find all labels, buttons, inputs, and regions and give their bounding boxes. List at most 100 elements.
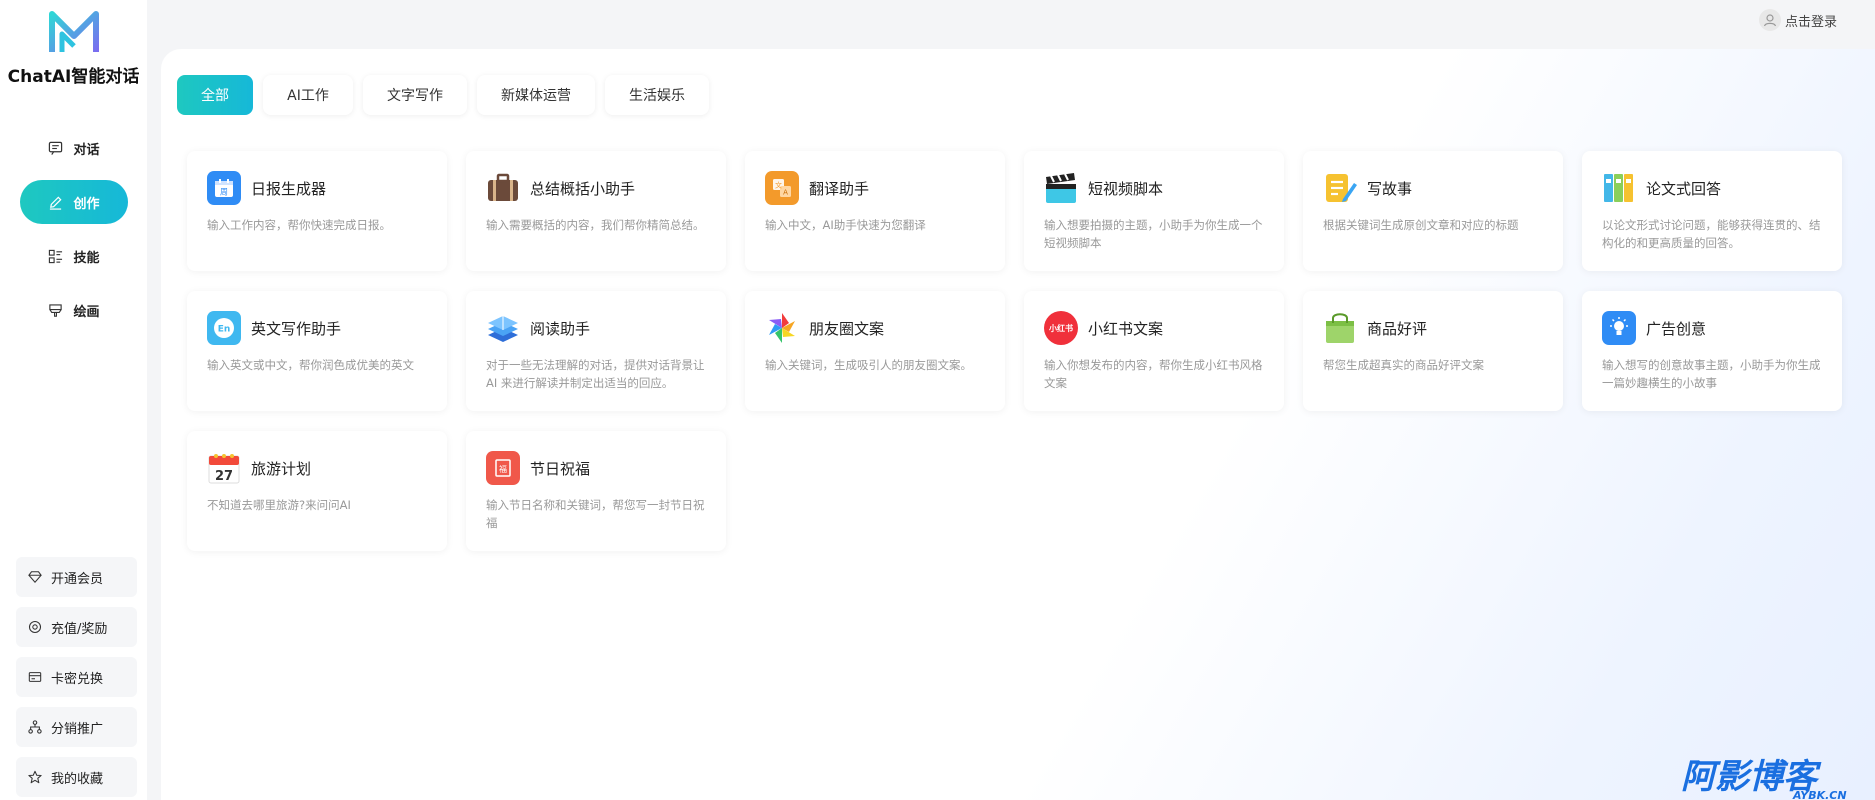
tab-new-media[interactable]: 新媒体运营	[477, 75, 595, 115]
chat-icon	[47, 140, 63, 156]
logo-block: ChatAI智能对话	[0, 10, 147, 87]
brush-icon	[47, 302, 63, 318]
menu-vip[interactable]: 开通会员	[16, 557, 137, 597]
app-card[interactable]: 写故事 根据关键词生成原创文章和对应的标题	[1303, 151, 1563, 271]
main-nav: 对话 创作 技能 绘画	[0, 126, 147, 342]
app-card[interactable]: 周 日报生成器 输入工作内容，帮你快速完成日报。	[187, 151, 447, 271]
sidebar: ChatAI智能对话 对话 创作 技能 绘画 开通会员 充值/奖励 卡密兑换 分…	[0, 0, 147, 800]
main-panel: 全部 AI工作 文字写作 新媒体运营 生活娱乐 周 日报生成器 输入工作内容，帮…	[161, 49, 1875, 800]
card-desc: 输入需要概括的内容，我们帮你精简总结。	[486, 218, 705, 232]
login-label: 点击登录	[1784, 14, 1837, 30]
category-tabs: 全部 AI工作 文字写作 新媒体运营 生活娱乐	[177, 75, 709, 115]
card-title: 小红书文案	[1088, 319, 1164, 338]
card-desc: 输入工作内容，帮你快速完成日报。	[207, 218, 391, 232]
lightbulb-icon	[1602, 311, 1636, 345]
english-badge-icon: En	[207, 311, 241, 345]
books-icon	[486, 311, 520, 345]
card-title: 写故事	[1367, 179, 1413, 198]
app-card[interactable]: 27 旅游计划 不知道去哪里旅游?来问问AI	[187, 431, 447, 551]
menu-recharge[interactable]: 充值/奖励	[16, 607, 137, 647]
nav-label: 对话	[73, 142, 100, 158]
card-desc: 帮您生成超真实的商品好评文案	[1323, 358, 1484, 372]
menu-label: 分销推广	[51, 721, 104, 737]
nav-item-skills[interactable]: 技能	[20, 234, 128, 278]
app-card[interactable]: 商品好评 帮您生成超真实的商品好评文案	[1303, 291, 1563, 411]
tab-writing[interactable]: 文字写作	[363, 75, 467, 115]
svg-text:文: 文	[775, 181, 782, 190]
svg-text:A: A	[783, 189, 788, 197]
briefcase-icon	[486, 171, 520, 205]
nav-item-chat[interactable]: 对话	[20, 126, 128, 170]
app-logo	[48, 11, 99, 52]
app-card[interactable]: 阅读助手 对于一些无法理解的对话，提供对话背景让 AI 来进行解读并制定出适当的…	[466, 291, 726, 411]
card-title: 短视频脚本	[1088, 179, 1164, 198]
icon-text: 周	[220, 188, 228, 197]
aperture-icon	[765, 311, 799, 345]
card-title: 节日祝福	[530, 459, 591, 478]
nav-item-create[interactable]: 创作	[19, 180, 128, 224]
app-card[interactable]: En 英文写作助手 输入英文或中文，帮你润色成优美的英文	[187, 291, 447, 411]
card-desc: 根据关键词生成原创文章和对应的标题	[1323, 218, 1519, 232]
menu-label: 卡密兑换	[51, 671, 104, 687]
festival-icon: 福	[486, 451, 520, 485]
calendar-27-icon: 27	[207, 451, 241, 485]
nav-label: 技能	[73, 250, 100, 266]
star-icon	[28, 770, 43, 785]
nav-label: 绘画	[73, 304, 100, 320]
card-title: 日报生成器	[251, 179, 327, 198]
menu-label: 我的收藏	[51, 771, 104, 787]
card-desc: 输入英文或中文，帮你润色成优美的英文	[207, 358, 414, 372]
app-card[interactable]: 总结概括小助手 输入需要概括的内容，我们帮你精简总结。	[466, 151, 726, 271]
icon-text: En	[218, 325, 231, 335]
menu-distribution[interactable]: 分销推广	[16, 707, 137, 747]
menu-label: 充值/奖励	[51, 621, 108, 637]
card-desc: 输入节日名称和关键词，帮您写一封节日祝福	[486, 498, 705, 530]
card-desc: 对于一些无法理解的对话，提供对话背景让 AI 来进行解读并制定出适当的回应。	[486, 358, 705, 390]
tab-all[interactable]: 全部	[177, 75, 253, 115]
card-icon	[28, 670, 43, 685]
pen-icon	[47, 194, 63, 210]
translate-icon: 文A	[765, 171, 799, 205]
card-desc: 输入中文，AI助手快速为您翻译	[765, 218, 926, 232]
menu-favorites[interactable]: 我的收藏	[16, 757, 137, 797]
diamond-icon	[28, 570, 43, 585]
grid-list-icon	[47, 248, 63, 264]
card-desc: 不知道去哪里旅游?来问问AI	[207, 498, 351, 512]
menu-redeem[interactable]: 卡密兑换	[16, 657, 137, 697]
login-button[interactable]: 点击登录	[1758, 9, 1837, 31]
coin-icon	[28, 620, 43, 635]
app-card[interactable]: 短视频脚本 输入想要拍摄的主题，小助手为你生成一个短视频脚本	[1024, 151, 1284, 271]
clapperboard-icon	[1044, 171, 1078, 205]
app-card[interactable]: 福 节日祝福 输入节日名称和关键词，帮您写一封节日祝福	[466, 431, 726, 551]
share-tree-icon	[28, 719, 43, 735]
card-desc: 输入关键词，生成吸引人的朋友圈文案。	[765, 358, 972, 372]
nav-item-paint[interactable]: 绘画	[20, 288, 128, 332]
app-card[interactable]: 朋友圈文案 输入关键词，生成吸引人的朋友圈文案。	[745, 291, 1005, 411]
calendar-week-icon: 周	[207, 171, 241, 205]
card-desc: 以论文形式讨论问题，能够获得连贯的、结构化的和更高质量的回答。	[1602, 218, 1821, 250]
app-card[interactable]: 论文式回答 以论文形式讨论问题，能够获得连贯的、结构化的和更高质量的回答。	[1582, 151, 1842, 271]
app-card[interactable]: 广告创意 输入想写的创意故事主题，小助手为你生成一篇妙趣横生的小故事	[1582, 291, 1842, 411]
card-title: 旅游计划	[251, 459, 312, 478]
nav-label: 创作	[73, 196, 100, 212]
watermark-logo: 阿影博客 AYBK.CN	[1681, 757, 1847, 800]
notepad-pencil-icon	[1323, 171, 1357, 205]
card-title: 广告创意	[1646, 319, 1707, 338]
app-card[interactable]: 文A 翻译助手 输入中文，AI助手快速为您翻译	[745, 151, 1005, 271]
card-title: 阅读助手	[530, 319, 591, 338]
card-desc: 输入想要拍摄的主题，小助手为你生成一个短视频脚本	[1044, 218, 1263, 250]
card-title: 商品好评	[1367, 319, 1428, 338]
tab-ai-work[interactable]: AI工作	[263, 75, 353, 115]
card-title: 英文写作助手	[251, 319, 342, 338]
tab-lifestyle[interactable]: 生活娱乐	[605, 75, 709, 115]
icon-text: 27	[215, 469, 233, 484]
avatar-icon	[1758, 9, 1781, 31]
card-desc: 输入你想发布的内容，帮你生成小红书风格文案	[1044, 358, 1263, 390]
watermark-sub: AYBK.CN	[1792, 789, 1847, 800]
xiaohongshu-icon: 小红书	[1044, 311, 1078, 345]
app-card[interactable]: 小红书 小红书文案 输入你想发布的内容，帮你生成小红书风格文案	[1024, 291, 1284, 411]
menu-label: 开通会员	[51, 571, 104, 587]
card-title: 朋友圈文案	[809, 319, 885, 338]
icon-text: 福	[499, 465, 507, 474]
binders-icon	[1602, 171, 1636, 205]
